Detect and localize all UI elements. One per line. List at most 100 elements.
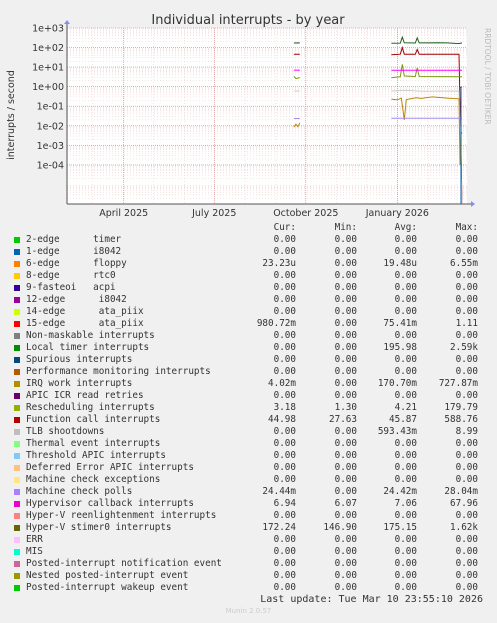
- legend-cur: 0.00: [273, 558, 296, 569]
- legend-avg: 0.00: [394, 354, 417, 365]
- legend-label: 15-edge ata_piix: [26, 318, 144, 329]
- legend-swatch: [14, 525, 20, 531]
- y-tick-label: 1e-04: [37, 160, 64, 171]
- legend-swatch: [14, 369, 20, 375]
- legend-label: Hyper-V stimer0 interrupts: [26, 522, 172, 533]
- rrdtool-credit: RRDTOOL / TOBI OETIKER: [483, 28, 492, 125]
- legend-avg: 0.00: [394, 438, 417, 449]
- legend-avg: 0.00: [394, 390, 417, 401]
- legend-cur: 0.00: [273, 294, 296, 305]
- legend-label: Threshold APIC interrupts: [26, 450, 166, 461]
- legend-max: 0.00: [455, 234, 478, 245]
- legend-row: MIS 0.00 0.00 0.00 0.00: [0, 546, 497, 558]
- y-tick-label: 1e-02: [37, 121, 64, 132]
- legend-swatch: [14, 585, 20, 591]
- legend-max: 0.00: [455, 246, 478, 257]
- legend-cur: 0.00: [273, 366, 296, 377]
- legend-row: 2-edge timer 0.00 0.00 0.00 0.00: [0, 234, 497, 246]
- legend-cur: 0.00: [273, 354, 296, 365]
- legend-swatch: [14, 381, 20, 387]
- legend-swatch: [14, 537, 20, 543]
- legend-max: 0.00: [455, 570, 478, 581]
- legend-label: Machine check exceptions: [26, 474, 161, 485]
- legend-cur: 3.18: [273, 402, 296, 413]
- legend-max: 0.00: [455, 582, 478, 593]
- legend-max: 0.00: [455, 282, 478, 293]
- legend-cur: 0.00: [273, 306, 296, 317]
- legend-max: 0.00: [455, 330, 478, 341]
- legend-swatch: [14, 393, 20, 399]
- legend-avg: 175.15: [383, 522, 417, 533]
- legend-cur: 0.00: [273, 246, 296, 257]
- x-tick-label: January 2026: [365, 208, 429, 219]
- legend-row: 1-edge i8042 0.00 0.00 0.00 0.00: [0, 246, 497, 258]
- legend-cur: 0.00: [273, 450, 296, 461]
- legend-row: Hyper-V reenlightenment interrupts 0.00 0.…: [0, 510, 497, 522]
- legend-max: 0.00: [455, 510, 478, 521]
- legend-cur: 23.23u: [262, 258, 296, 269]
- legend-cur: 0.00: [273, 546, 296, 557]
- legend-row: Machine check polls 24.44m 0.00 24.42m 28.04…: [0, 486, 497, 498]
- legend-cur: 0.00: [273, 270, 296, 281]
- legend-label: 6-edge floppy: [26, 258, 127, 269]
- legend-avg: 0.00: [394, 510, 417, 521]
- legend-avg: 19.48u: [383, 258, 417, 269]
- legend-cur: 0.00: [273, 570, 296, 581]
- y-tick-label: 1e-03: [37, 141, 64, 152]
- legend-swatch: [14, 573, 20, 579]
- legend-label: TLB shootdowns: [26, 426, 105, 437]
- legend-max: 727.87m: [438, 378, 478, 389]
- legend-label: Rescheduling interrupts: [26, 402, 155, 413]
- legend-avg: 0.00: [394, 294, 417, 305]
- legend-max: 179.79: [444, 402, 478, 413]
- legend-swatch: [14, 501, 20, 507]
- legend-avg: 0.00: [394, 450, 417, 461]
- legend-avg: 0.00: [394, 534, 417, 545]
- legend-swatch: [14, 405, 20, 411]
- x-tick-label: April 2025: [99, 208, 148, 219]
- legend-max: 0.00: [455, 390, 478, 401]
- legend-row: Posted-interrupt notification event 0.00 0…: [0, 558, 497, 570]
- legend-row: 6-edge floppy 23.23u 0.00 19.48u 6.55m: [0, 258, 497, 270]
- legend-label: 14-edge ata_piix: [26, 306, 144, 317]
- legend-swatch: [14, 297, 20, 303]
- legend-avg: 0.00: [394, 582, 417, 593]
- legend-avg: 0.00: [394, 270, 417, 281]
- legend-row: Thermal event interrupts 0.00 0.00 0.00 0.00: [0, 438, 497, 450]
- legend-cur: 0.00: [273, 282, 296, 293]
- legend-label: 1-edge i8042: [26, 246, 122, 257]
- legend-avg: 0.00: [394, 234, 417, 245]
- legend-label: Hyper-V reenlightenment interrupts: [26, 510, 217, 521]
- header-max: Max:: [455, 222, 478, 233]
- legend-avg: 170.70m: [377, 378, 417, 389]
- y-tick-label: 1e-01: [37, 102, 64, 113]
- legend-cur: 0.00: [273, 438, 296, 449]
- legend-label: Posted-interrupt wakeup event: [26, 582, 189, 593]
- legend-avg: 24.42m: [383, 486, 417, 497]
- legend-max: 6.55m: [450, 258, 478, 269]
- header-avg: Avg:: [394, 222, 417, 233]
- legend-swatch: [14, 417, 20, 423]
- legend-max: 2.59k: [450, 342, 478, 353]
- legend-max: 28.04m: [444, 486, 478, 497]
- y-tick-label: 1e+03: [32, 24, 64, 35]
- legend-row: 14-edge ata_piix 0.00 0.00 0.00 0.00: [0, 306, 497, 318]
- legend-row: Posted-interrupt wakeup event 0.00 0.00 0.0…: [0, 582, 497, 594]
- legend-avg: 0.00: [394, 462, 417, 473]
- legend-cur: 172.24: [262, 522, 296, 533]
- legend-swatch: [14, 309, 20, 315]
- legend-row: Performance monitoring interrupts 0.00 0.0…: [0, 366, 497, 378]
- legend-avg: 0.00: [394, 306, 417, 317]
- legend-avg: 75.41m: [383, 318, 417, 329]
- legend-label: Spurious interrupts: [26, 354, 133, 365]
- legend-label: 9-fasteoi acpi: [26, 282, 116, 293]
- legend-avg: 0.00: [394, 558, 417, 569]
- legend-max: 0.00: [455, 474, 478, 485]
- header-cur: Cur:: [273, 222, 296, 233]
- legend-max: 0.00: [455, 354, 478, 365]
- legend-cur: 0.00: [273, 462, 296, 473]
- legend-max: 0.00: [455, 306, 478, 317]
- legend-cur: 0.00: [273, 510, 296, 521]
- legend-max: 0.00: [455, 294, 478, 305]
- legend-swatch: [14, 513, 20, 519]
